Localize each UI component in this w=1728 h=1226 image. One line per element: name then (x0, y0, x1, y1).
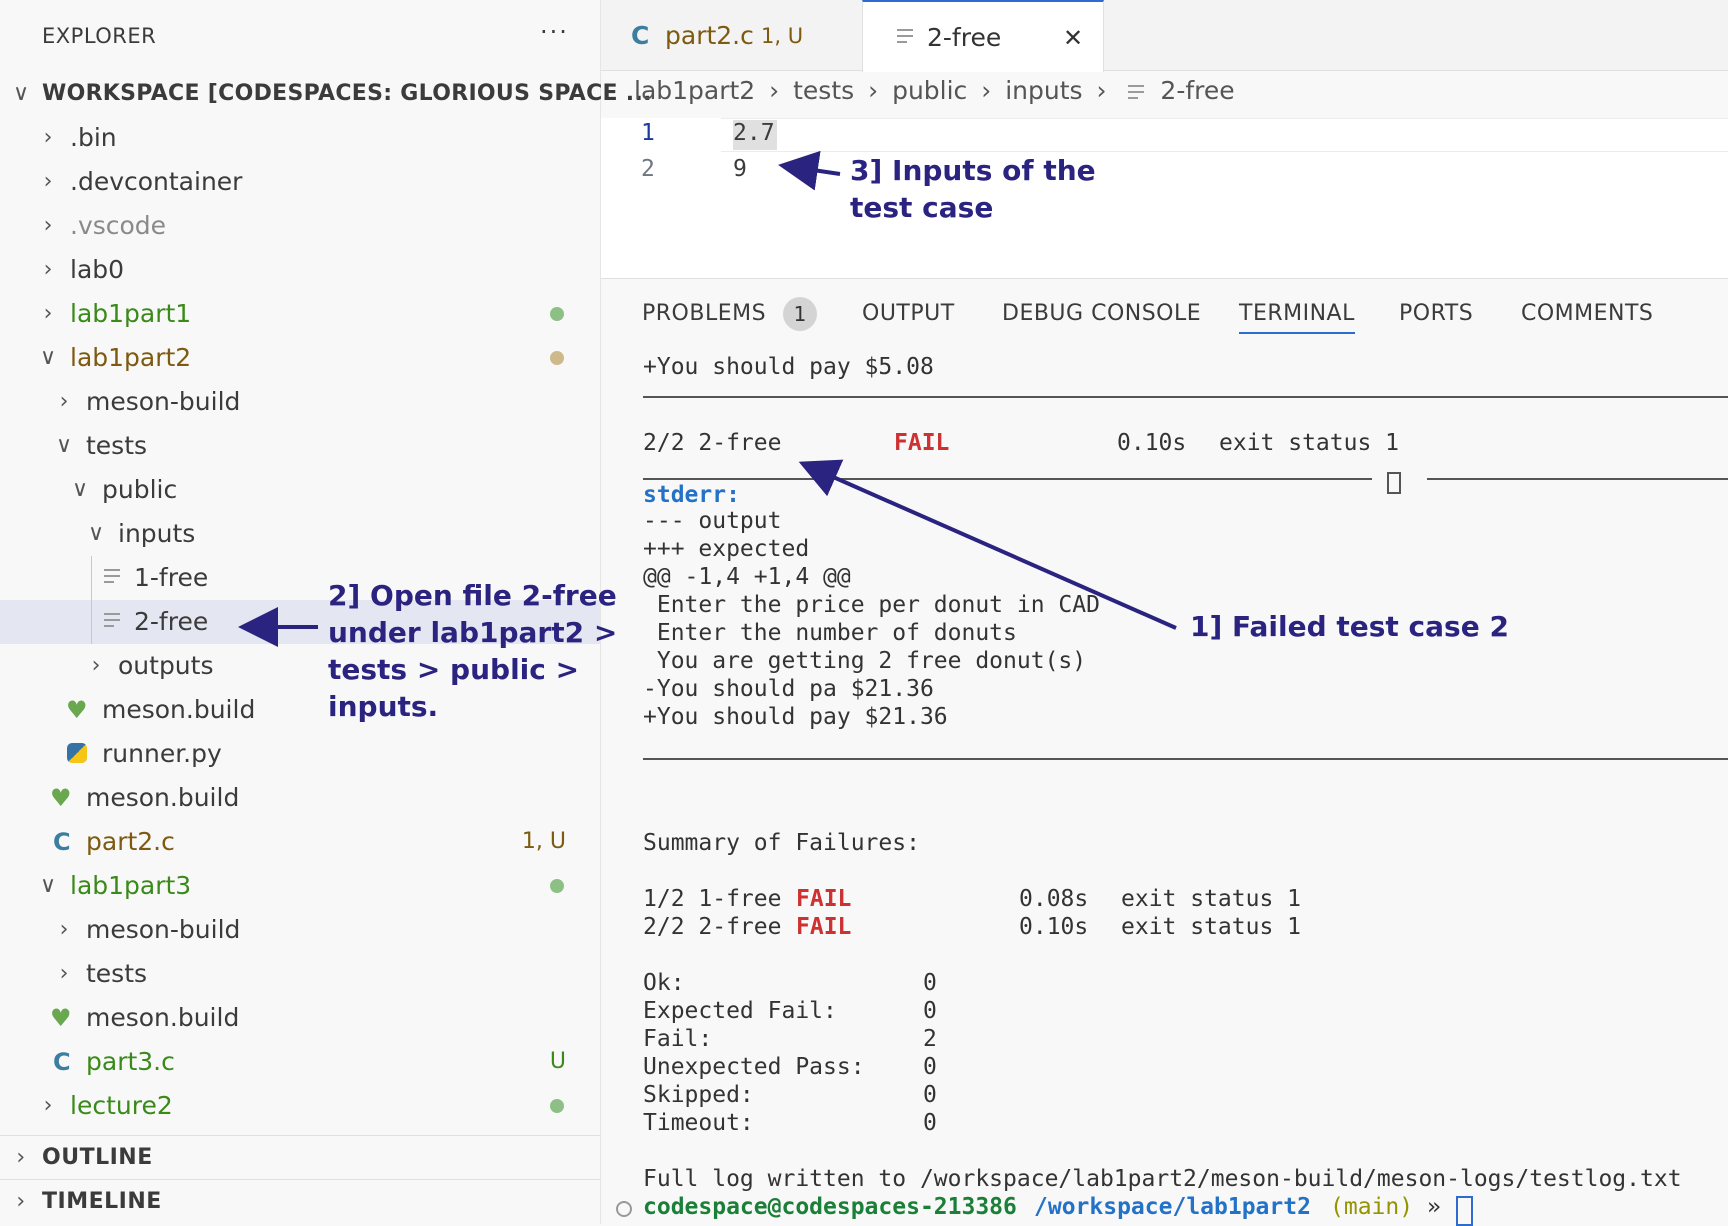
arrow-to-failed-test (798, 459, 1177, 630)
arrow-to-inputs (778, 150, 841, 191)
annotation-arrows (238, 150, 1177, 647)
